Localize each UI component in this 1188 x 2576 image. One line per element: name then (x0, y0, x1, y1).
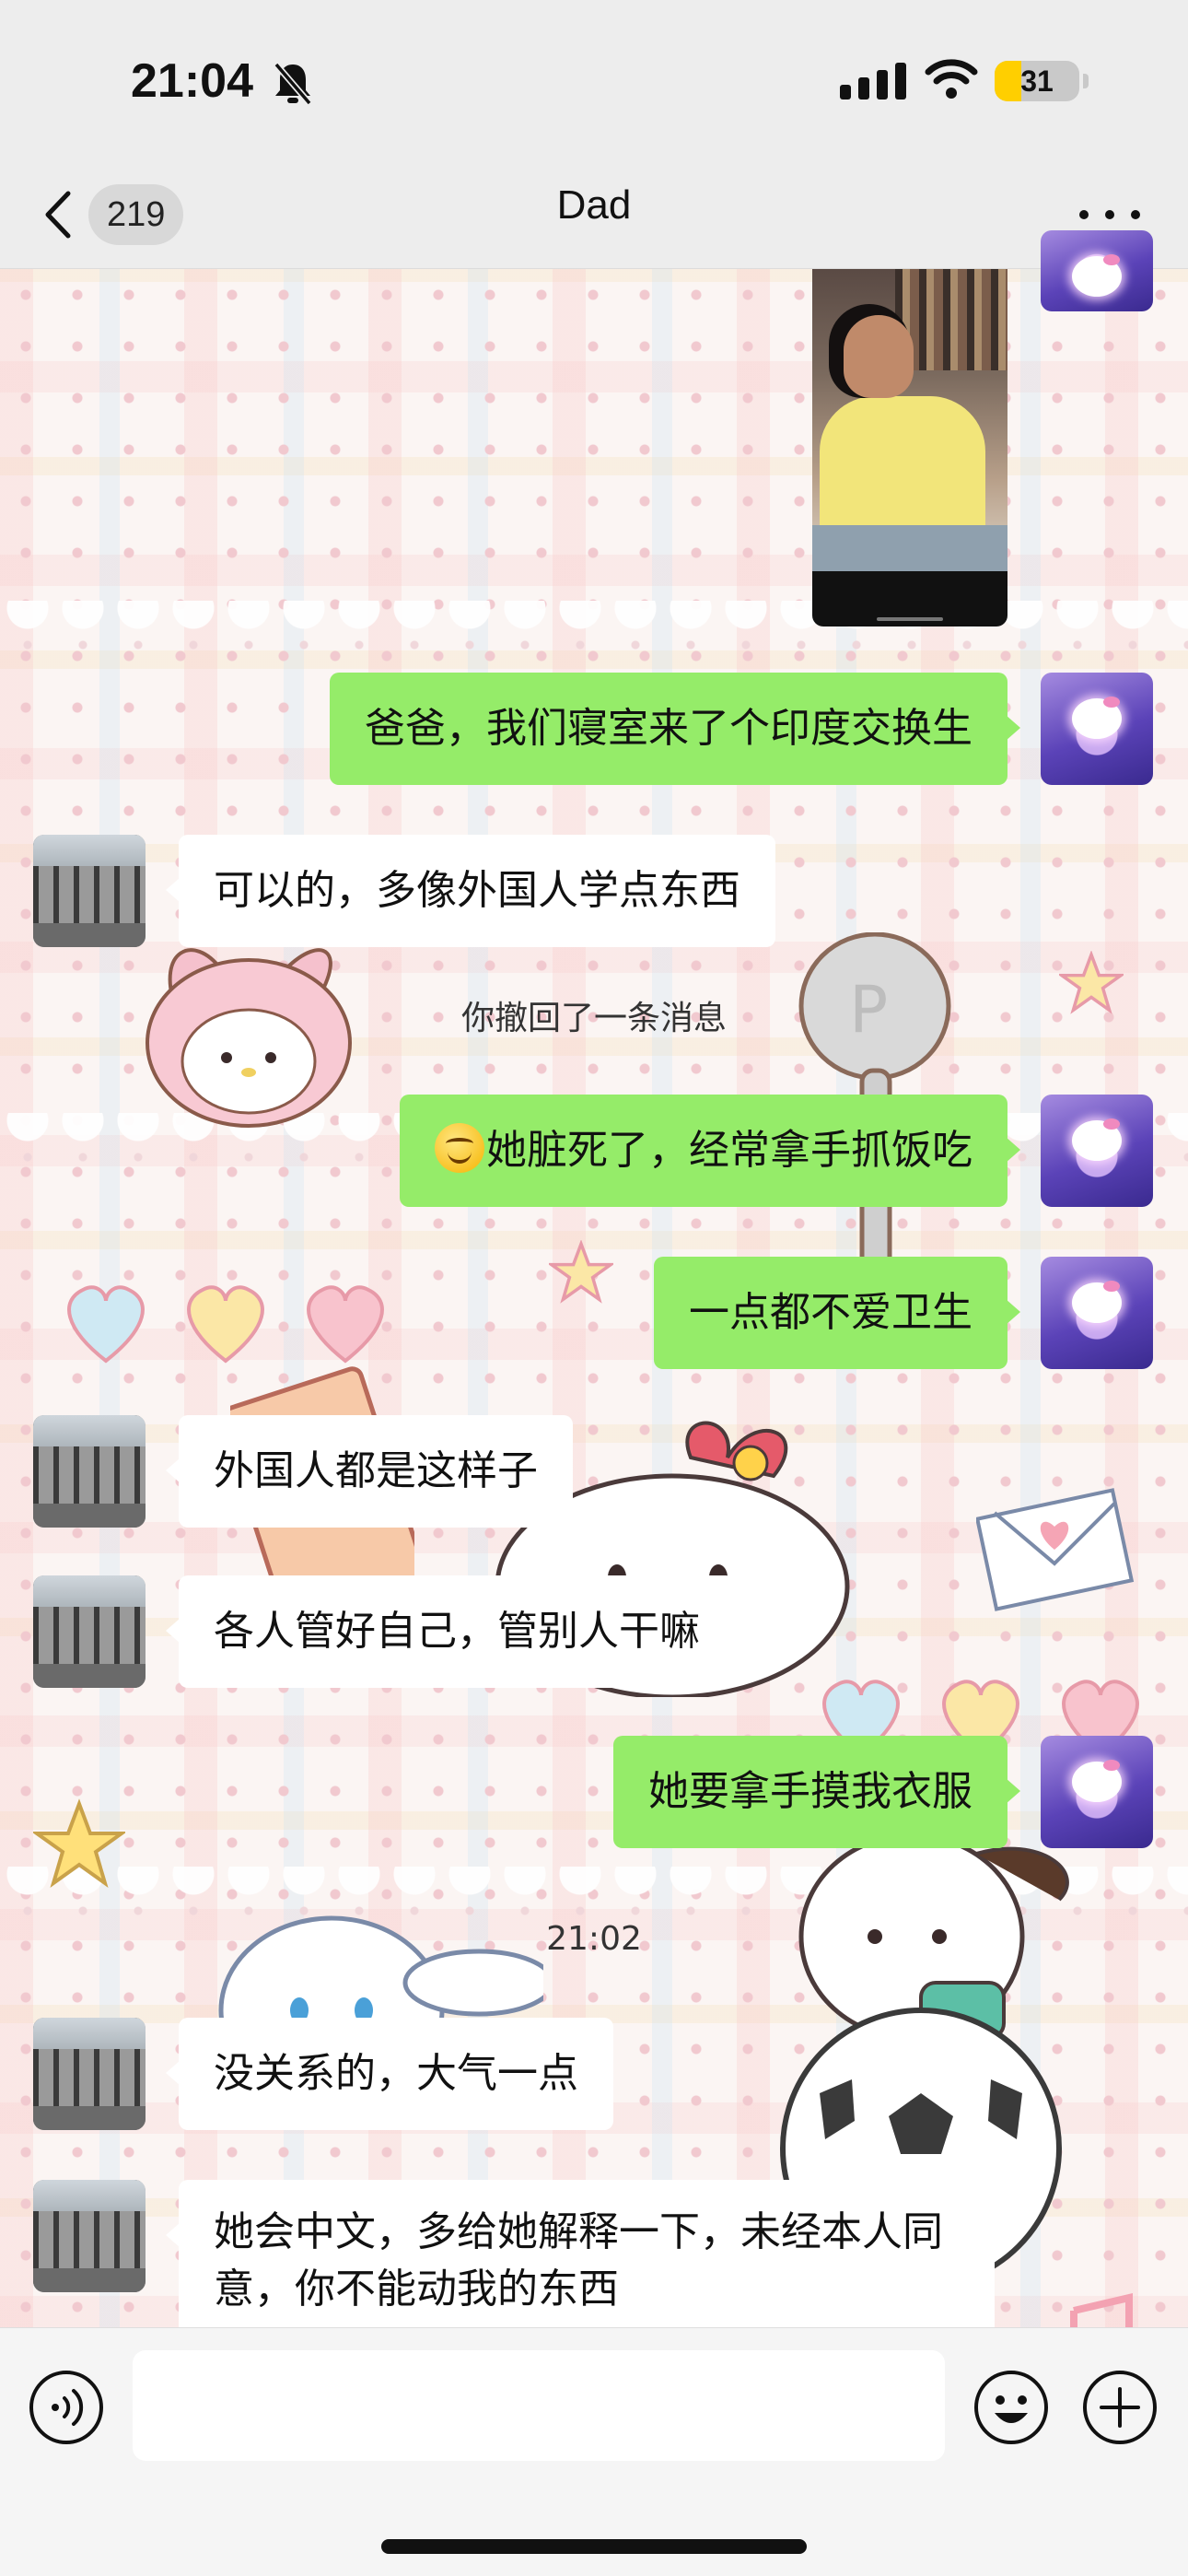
more-options-button[interactable] (1077, 193, 1142, 234)
avatar[interactable] (33, 2018, 146, 2130)
avatar[interactable] (1041, 1095, 1153, 1207)
incoming-message-bubble[interactable]: 外国人都是这样子 (166, 1415, 573, 1528)
envelope-decoration-icon (976, 1488, 1135, 1611)
battery-level: 31 (1020, 64, 1054, 98)
bell-muted-icon (273, 61, 313, 111)
my-melody-decoration-icon (146, 948, 352, 1128)
avatar[interactable] (33, 1575, 146, 1688)
avatar[interactable] (33, 1415, 146, 1528)
star-decoration-icon (33, 1798, 125, 1888)
outgoing-message-bubble[interactable]: 一点都不爱卫生 (654, 1257, 1020, 1369)
star-decoration-icon (549, 1240, 613, 1304)
plus-circle-icon[interactable] (1081, 2369, 1159, 2450)
chat-title: Dad (556, 182, 632, 228)
timestamp: 21:02 (546, 1920, 642, 1958)
signal-icon (840, 63, 906, 103)
smiling-face-icon (435, 1123, 484, 1173)
avatar[interactable] (1041, 1257, 1153, 1369)
ellipsis-dot (1079, 210, 1089, 219)
outgoing-message-bubble[interactable]: 她脏死了，经常拿手抓饭吃 (400, 1095, 1020, 1207)
avatar[interactable] (1041, 673, 1153, 785)
incoming-message-bubble[interactable]: 可以的，多像外国人学点东西 (166, 835, 775, 947)
message-input[interactable] (133, 2350, 945, 2461)
recalled-message-notice: 你撤回了一条消息 (460, 1000, 727, 1037)
image-message[interactable] (812, 269, 1007, 626)
incoming-message-bubble[interactable]: 各人管好自己，管别人干嘛 (166, 1575, 735, 1688)
ellipsis-dot (1131, 210, 1140, 219)
battery-indicator: 31 (995, 61, 1079, 101)
status-time: 21:04 (131, 54, 253, 108)
incoming-message-bubble[interactable]: 没关系的，大气一点 (166, 2018, 613, 2130)
outgoing-message-bubble[interactable]: 爸爸，我们寝室来了个印度交换生 (330, 673, 1020, 785)
outgoing-message-bubble[interactable]: 她要拿手摸我衣服 (613, 1736, 1020, 1848)
music-note-decoration-icon (1070, 2292, 1133, 2327)
home-indicator[interactable] (381, 2539, 807, 2554)
voice-icon[interactable] (28, 2369, 105, 2450)
incoming-message-bubble[interactable]: 她会中文，多给她解释一下，未经本人同意，你不能动我的东西 (166, 2180, 995, 2327)
photo-table (812, 525, 1007, 571)
avatar[interactable] (1041, 230, 1153, 311)
avatar[interactable] (33, 835, 146, 947)
ellipsis-dot (1105, 210, 1114, 219)
lace-border (0, 601, 1188, 656)
photo-person-head (844, 315, 914, 398)
battery-cap (1083, 74, 1089, 88)
avatar[interactable] (1041, 1736, 1153, 1848)
video-handle (877, 617, 943, 621)
wifi-icon (925, 57, 978, 103)
chat-header: 219 Dad (0, 157, 1188, 269)
emoji-icon[interactable] (973, 2369, 1050, 2450)
avatar[interactable] (33, 2180, 146, 2292)
status-bar: 21:04 31 (0, 0, 1188, 157)
message-text: 她脏死了，经常拿手抓饭吃 (486, 1127, 973, 1174)
